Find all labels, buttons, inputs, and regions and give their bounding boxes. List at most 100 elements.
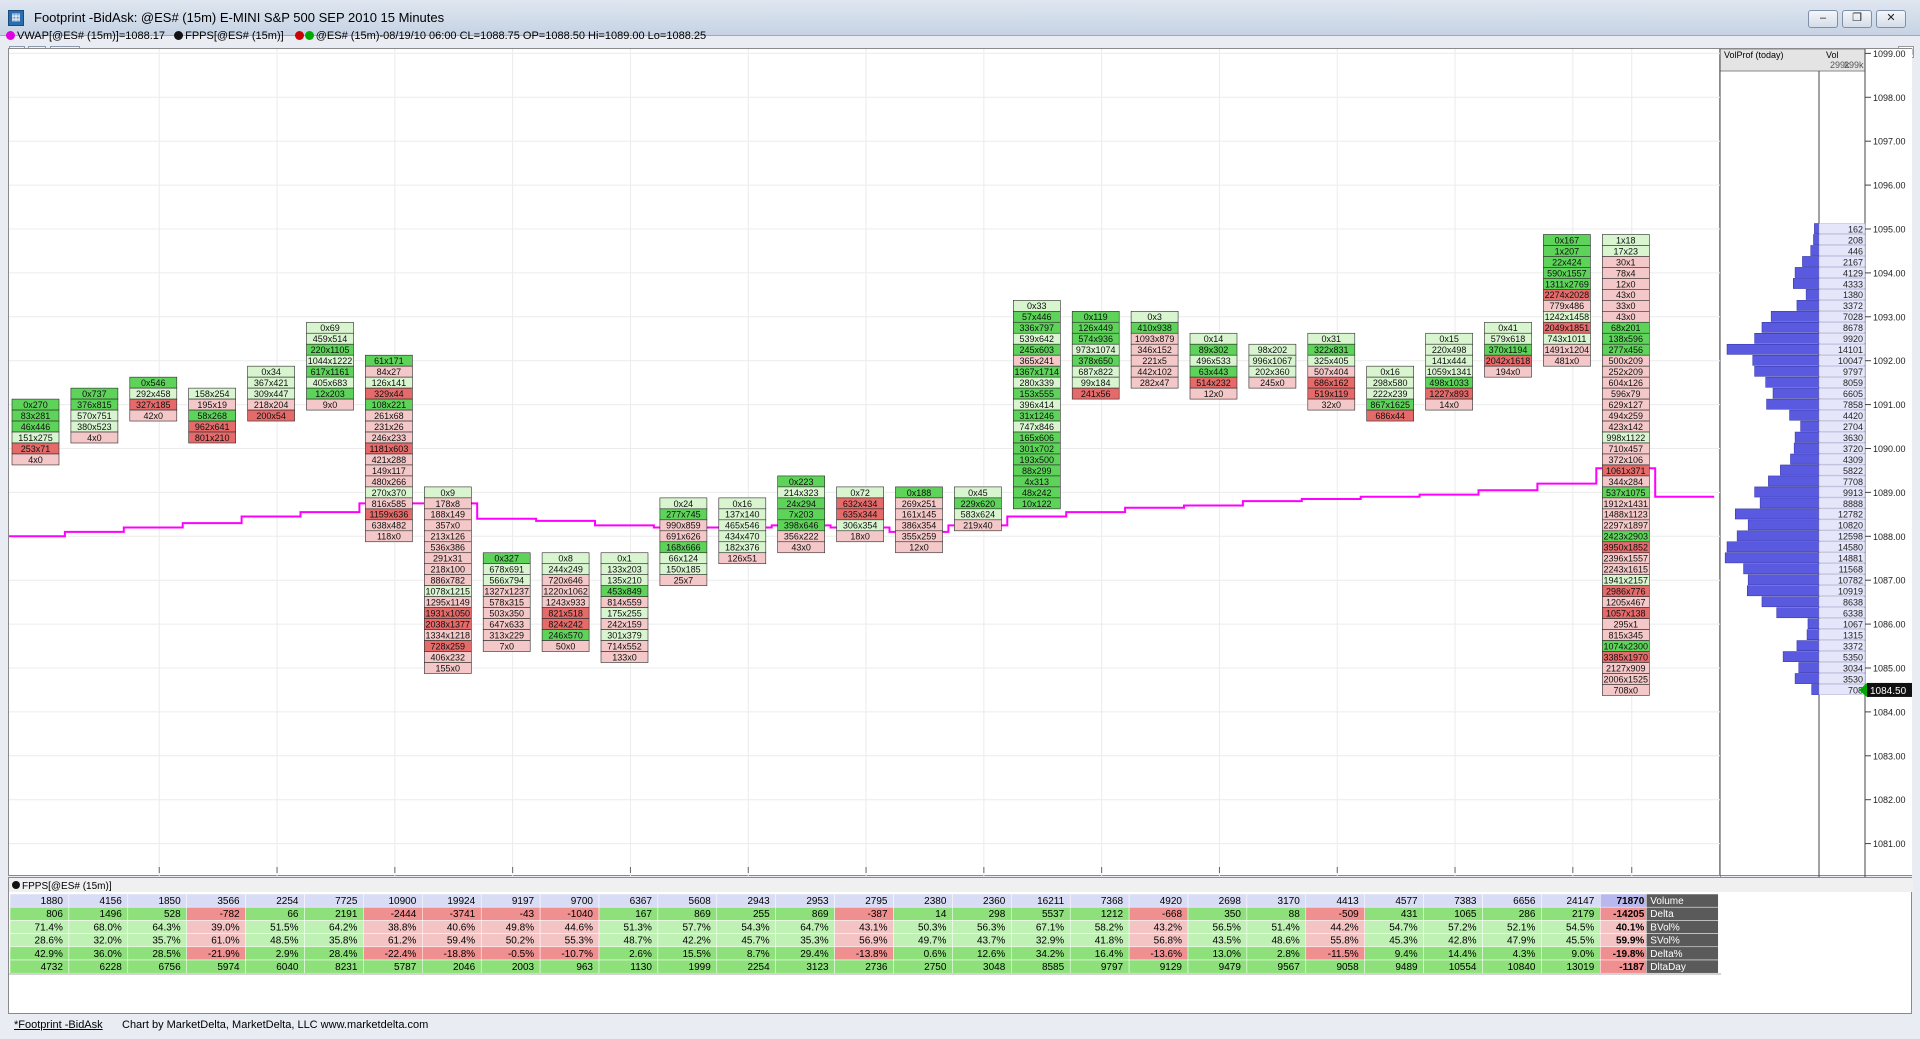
stats-cell-value: 49.7%: [918, 936, 946, 947]
stats-cell-value: 88: [1289, 909, 1301, 920]
footprint-bar: 0x72632x434635x344306x35418x0: [836, 486, 884, 543]
footprint-bar: 0x546292x458327x18542x0: [129, 376, 178, 422]
stats-cell-value: 1850: [158, 896, 181, 907]
stats-cell-value: 35.3%: [800, 936, 828, 947]
stats-cell-value: 61.2%: [388, 936, 416, 947]
stats-cell-value: 6228: [100, 962, 123, 973]
vwap-label[interactable]: VWAP[@ES# (15m)]=1088.17: [17, 30, 165, 42]
stats-cell-value: 42.8%: [1448, 936, 1476, 947]
stats-cell-value: 7368: [1101, 896, 1124, 907]
footprint-cell-label: 496x533: [1196, 356, 1231, 366]
profile-vol-label: 1067: [1843, 619, 1863, 629]
footprint-cell-label: 168x666: [666, 543, 701, 553]
stats-header-bg: [9, 878, 1913, 892]
stats-cell-value: 40.6%: [447, 922, 475, 933]
footprint-cell-label: 141x444: [1432, 356, 1467, 366]
stats-cell-value: 4577: [1395, 896, 1418, 907]
stats-cell-value: 55.8%: [1330, 936, 1358, 947]
footprint-cell-label: 138x596: [1609, 334, 1644, 344]
profile-bar: [1766, 398, 1820, 410]
stats-cell-value: 2698: [1219, 896, 1242, 907]
footprint-cell-label: 396x414: [1020, 400, 1055, 410]
footprint-cell-label: 0x270: [23, 400, 48, 410]
profile-bar: [1735, 508, 1820, 520]
restore-button[interactable]: ❐: [1842, 10, 1872, 28]
profile-bar: [1747, 574, 1820, 586]
profile-vol-label: 8059: [1843, 378, 1863, 388]
profile-bar: [1776, 607, 1820, 619]
stats-cell-value: 869: [694, 909, 711, 920]
profile-bar: [1798, 662, 1820, 673]
footprint-cell-label: 367x421: [254, 378, 289, 388]
footprint-cell-label: 801x210: [195, 433, 230, 443]
stats-cell-value: 56.3%: [977, 922, 1005, 933]
footprint-cell-label: 537x1075: [1606, 488, 1646, 498]
stats-cell-value: -10.7%: [561, 949, 593, 960]
profile-vol-label: 8678: [1843, 323, 1863, 333]
stats-cell-value: 32.9%: [1036, 936, 1064, 947]
footprint-cell-label: 78x4: [1616, 268, 1636, 278]
stats-cell-value: 2360: [983, 896, 1006, 907]
stats-cell-value: 42.9%: [35, 949, 63, 960]
stats-cell-value: -509: [1339, 909, 1359, 920]
profile-vol-label: 4420: [1843, 411, 1863, 421]
footprint-cell-label: 218x100: [431, 565, 466, 575]
stats-cell-value: 8585: [1042, 962, 1065, 973]
stats-cell-value: 3566: [217, 896, 240, 907]
stats-cell-value: -1040: [567, 909, 593, 920]
footprint-cell-label: 161x145: [902, 510, 937, 520]
profile-vol-label: 4309: [1843, 455, 1863, 465]
price-label: 1097.00: [1873, 137, 1906, 147]
footprint-cell-label: 0x16: [733, 499, 753, 509]
chart-canvas: 0x27083x28146x446151x275253x714x00x73737…: [9, 49, 1721, 1014]
footprint-cell-label: 242x159: [607, 619, 642, 629]
profile-vol-label: 3530: [1843, 674, 1863, 684]
stats-cell-value: 42.2%: [682, 936, 710, 947]
footprint-bar: 0x1133x203135x210453x849814x559175x25524…: [600, 552, 649, 663]
footprint-cell-label: 536x386: [431, 543, 466, 553]
stats-cell-value: -668: [1162, 909, 1182, 920]
footprint-cell-label: 12x0: [1204, 389, 1224, 399]
footprint-cell-label: 202x360: [1255, 367, 1290, 377]
profile-vol-label: 7858: [1843, 400, 1863, 410]
minimize-button[interactable]: –: [1808, 10, 1838, 28]
footprint-cell-label: 0x34: [261, 367, 281, 377]
close-button[interactable]: ✕: [1876, 10, 1906, 28]
profile-vol-label: 208: [1848, 235, 1863, 245]
profile-bar: [1782, 651, 1820, 662]
profile-vol-label: 6605: [1843, 389, 1863, 399]
footprint-cell-label: 277x456: [1609, 345, 1644, 355]
fpps-label[interactable]: FPPS[@ES# (15m)]: [185, 30, 284, 42]
footprint-cell-label: 629x127: [1609, 400, 1644, 410]
footprint-cell-label: 246x570: [548, 630, 583, 640]
footprint-chart[interactable]: 0x270 83x281 46x446 151x275 253x71 4x0 0x737 37…: [8, 48, 1721, 1014]
footprint-cell-label: 14x0: [1439, 400, 1459, 410]
stats-cell-value: -43: [520, 909, 535, 920]
profile-vol-label: 12782: [1838, 510, 1863, 520]
footprint-bar: 0x15220x498141x4441059x1341498x10331227x…: [1425, 332, 1473, 411]
footprint-cell-label: 635x344: [843, 510, 878, 520]
stats-row-label: Delta%: [1650, 949, 1682, 960]
footprint-cell-label: 507x404: [1314, 367, 1349, 377]
footprint-cell-label: 220x1105: [311, 345, 350, 355]
footprint-cell-label: 2986x776: [1606, 587, 1646, 597]
footprint-cell-label: 0x45: [968, 488, 988, 498]
footprint-bar: 158x254195x1958x268962x641801x210: [188, 387, 236, 444]
chart-tab[interactable]: *Footprint -BidAsk: [14, 1019, 103, 1031]
stats-cell-value: 2953: [806, 896, 829, 907]
profile-bar: [1754, 365, 1820, 377]
footprint-cell-label: 150x185: [666, 565, 701, 575]
footprint-cell-label: 821x518: [548, 609, 583, 619]
footprint-cell-label: 126x51: [728, 554, 758, 564]
footprint-cell-label: 1491x1204: [1545, 345, 1590, 355]
stats-row-label: BVol%: [1650, 922, 1680, 933]
footprint-cell-label: 68x201: [1611, 323, 1641, 333]
stats-cell-value: 38.8%: [388, 922, 416, 933]
footprint-cell-label: 996x1067: [1253, 356, 1293, 366]
stats-cell-value: 286: [1519, 909, 1536, 920]
footprint-cell-label: 1334x1218: [426, 630, 471, 640]
profile-bar: [1789, 409, 1820, 421]
profile-bar: [1802, 256, 1820, 267]
footprint-cell-label: 1181x603: [369, 444, 408, 454]
footprint-cell-label: 32x0: [1322, 400, 1342, 410]
